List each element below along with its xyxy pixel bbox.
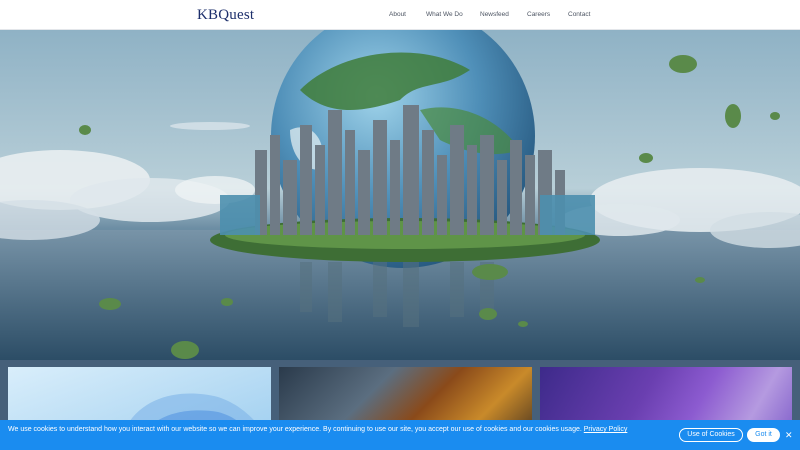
cookie-message: We use cookies to understand how you int… [8,426,668,435]
site-logo[interactable]: KBQuest [197,7,254,24]
cookie-message-text: We use cookies to understand how you int… [8,426,582,433]
use-of-cookies-button[interactable]: Use of Cookies [679,428,743,442]
nav-contact[interactable]: Contact [568,11,590,18]
got-it-button[interactable]: Got it [747,428,780,442]
hero-illustration [0,30,800,360]
privacy-policy-link[interactable]: Privacy Policy [584,426,628,433]
hero-image [0,30,800,360]
site-header: KBQuest About What We Do Newsfeed Career… [0,0,800,30]
close-icon[interactable]: ✕ [785,429,793,441]
cookie-banner: We use cookies to understand how you int… [0,420,800,450]
nav-careers[interactable]: Careers [527,11,550,18]
nav-newsfeed[interactable]: Newsfeed [480,11,509,18]
nav-what-we-do[interactable]: What We Do [426,11,463,18]
nav-about[interactable]: About [389,11,406,18]
